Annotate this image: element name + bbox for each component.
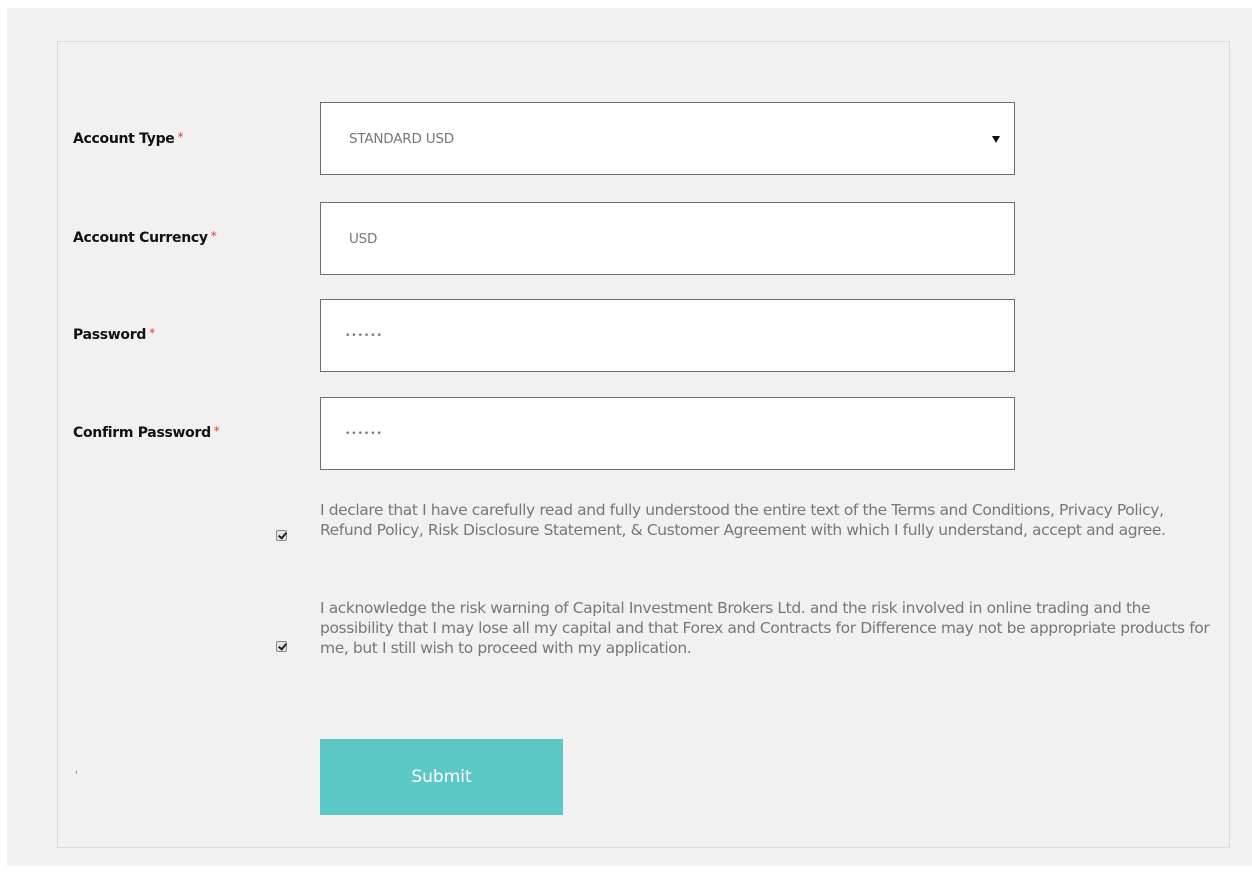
risk-consent-text: I acknowledge the risk warning of Capita…	[320, 599, 1210, 657]
account-type-select[interactable]: STANDARD USD	[320, 102, 1015, 175]
required-marker: *	[213, 424, 220, 438]
required-marker: *	[210, 229, 217, 243]
checkmark-icon	[278, 530, 287, 540]
account-currency-field[interactable]: USD	[320, 202, 1015, 275]
account-type-label: Account Type *	[73, 130, 184, 147]
account-currency-label: Account Currency *	[73, 229, 217, 246]
required-marker: *	[177, 130, 184, 144]
account-type-selected-value: STANDARD USD	[349, 130, 455, 147]
submit-button[interactable]: Submit	[320, 739, 563, 815]
risk-consent-checkbox[interactable]	[276, 641, 287, 652]
confirm-password-label: Confirm Password *	[73, 424, 220, 441]
confirm-password-masked-value: ••••••	[345, 428, 383, 439]
stray-mark: '	[75, 770, 78, 781]
terms-consent-text: I declare that I have carefully read and…	[320, 501, 1166, 539]
triangle-down-icon	[992, 135, 1000, 143]
checkmark-icon	[278, 641, 287, 651]
password-label: Password *	[73, 326, 155, 343]
confirm-password-field[interactable]: ••••••	[320, 397, 1015, 470]
required-marker: *	[149, 326, 155, 340]
account-currency-value: USD	[349, 230, 378, 247]
password-masked-value: ••••••	[345, 330, 383, 341]
password-field[interactable]: ••••••	[320, 299, 1015, 372]
terms-consent-checkbox[interactable]	[276, 530, 287, 541]
